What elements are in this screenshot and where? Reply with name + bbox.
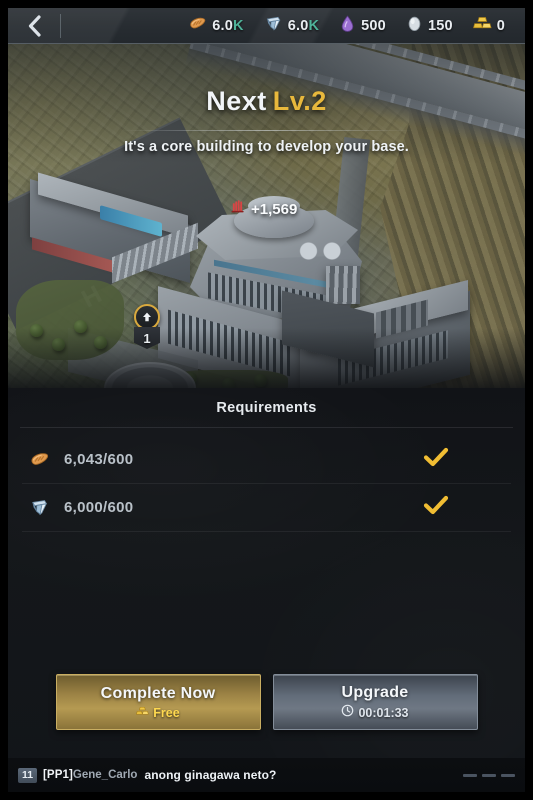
- bread-icon: [22, 449, 56, 470]
- resource-oil[interactable]: 500: [329, 8, 396, 44]
- building-tanks: [296, 242, 346, 262]
- topbar-divider: [60, 14, 61, 38]
- resource-bread-value: 6.0K: [212, 17, 244, 34]
- current-level-value: 1: [134, 327, 160, 349]
- check-icon: [423, 494, 449, 521]
- hero-bottom-shade: [8, 328, 525, 388]
- gold-bars-icon: [472, 14, 492, 37]
- resource-gold-value: 0: [496, 17, 505, 34]
- next-label: Next: [206, 86, 267, 116]
- building-core-fins: [326, 266, 360, 304]
- next-level-value: Lv.2: [272, 86, 327, 116]
- complete-now-cost-label: Free: [153, 705, 180, 720]
- app-frame: 6.0K 6.0K 500 150 0 Next Lv.2 It's a cor…: [8, 8, 525, 792]
- chat-bar[interactable]: 11 [PP1] Gene_Carlo anong ginagawa neto?: [8, 758, 525, 792]
- resource-oil-value: 500: [361, 17, 386, 34]
- complete-now-label: Complete Now: [100, 684, 216, 702]
- requirement-amount: 6,000/600: [64, 499, 134, 516]
- building-description: It's a core building to develop your bas…: [124, 139, 409, 155]
- steel-icon: [22, 497, 56, 518]
- upgrade-button[interactable]: Upgrade 00:01:33: [272, 674, 478, 730]
- oil-drop-icon: [339, 14, 356, 38]
- power-gain-indicator: +1,569: [230, 198, 297, 220]
- chat-username: Gene_Carlo: [72, 769, 138, 781]
- game-screen: 6.0K 6.0K 500 150 0 Next Lv.2 It's a cor…: [0, 0, 533, 800]
- resource-list: 6.0K 6.0K 500 150 0: [178, 8, 515, 44]
- chevron-left-icon: [26, 14, 42, 38]
- check-icon: [423, 446, 449, 473]
- resource-silver[interactable]: 150: [396, 8, 463, 44]
- resource-steel-value: 6.0K: [287, 17, 320, 34]
- requirement-row-steel: 6,000/600: [22, 484, 511, 532]
- silver-icon: [406, 14, 423, 38]
- arrow-up-circle-icon: [134, 304, 160, 330]
- requirements-title: Requirements: [216, 400, 317, 416]
- action-button-row: Complete Now Free Upgrade 00:01:33: [8, 674, 525, 730]
- power-gain-value: +1,569: [251, 200, 298, 218]
- upgrade-time-label: 00:01:33: [358, 705, 409, 720]
- requirement-row-bread: 6,043/600: [22, 436, 511, 484]
- resource-steel[interactable]: 6.0K: [254, 8, 329, 44]
- upgrade-label: Upgrade: [341, 684, 409, 701]
- requirements-panel: Requirements 6,043/600 6,000/600 Complet…: [8, 388, 525, 792]
- upgrade-duration: 00:01:33: [341, 704, 409, 721]
- clock-icon: [341, 704, 354, 721]
- chat-message: anong ginagawa neto?: [144, 768, 277, 782]
- top-resource-bar: 6.0K 6.0K 500 150 0: [8, 8, 525, 44]
- back-button[interactable]: [8, 8, 60, 44]
- building-preview: H: [8, 44, 525, 388]
- complete-now-button[interactable]: Complete Now Free: [55, 674, 261, 730]
- requirements-divider: [20, 427, 513, 428]
- requirement-amount: 6,043/600: [64, 451, 134, 468]
- collapse-lines-icon[interactable]: [463, 773, 515, 777]
- bread-icon: [188, 14, 207, 38]
- gold-bars-icon: [136, 705, 150, 721]
- power-up-icon: [230, 198, 247, 220]
- complete-now-cost: Free: [136, 705, 180, 721]
- chat-guild-tag: [PP1]: [43, 769, 73, 781]
- chat-channel-badge: 11: [18, 767, 37, 783]
- title-divider: [120, 130, 413, 131]
- resource-bread[interactable]: 6.0K: [178, 8, 253, 44]
- resource-silver-value: 150: [427, 17, 453, 34]
- resource-gold[interactable]: 0: [463, 8, 515, 44]
- next-level-title: Next Lv.2: [8, 86, 525, 117]
- steel-icon: [264, 14, 283, 38]
- current-level-badge: 1: [132, 304, 162, 349]
